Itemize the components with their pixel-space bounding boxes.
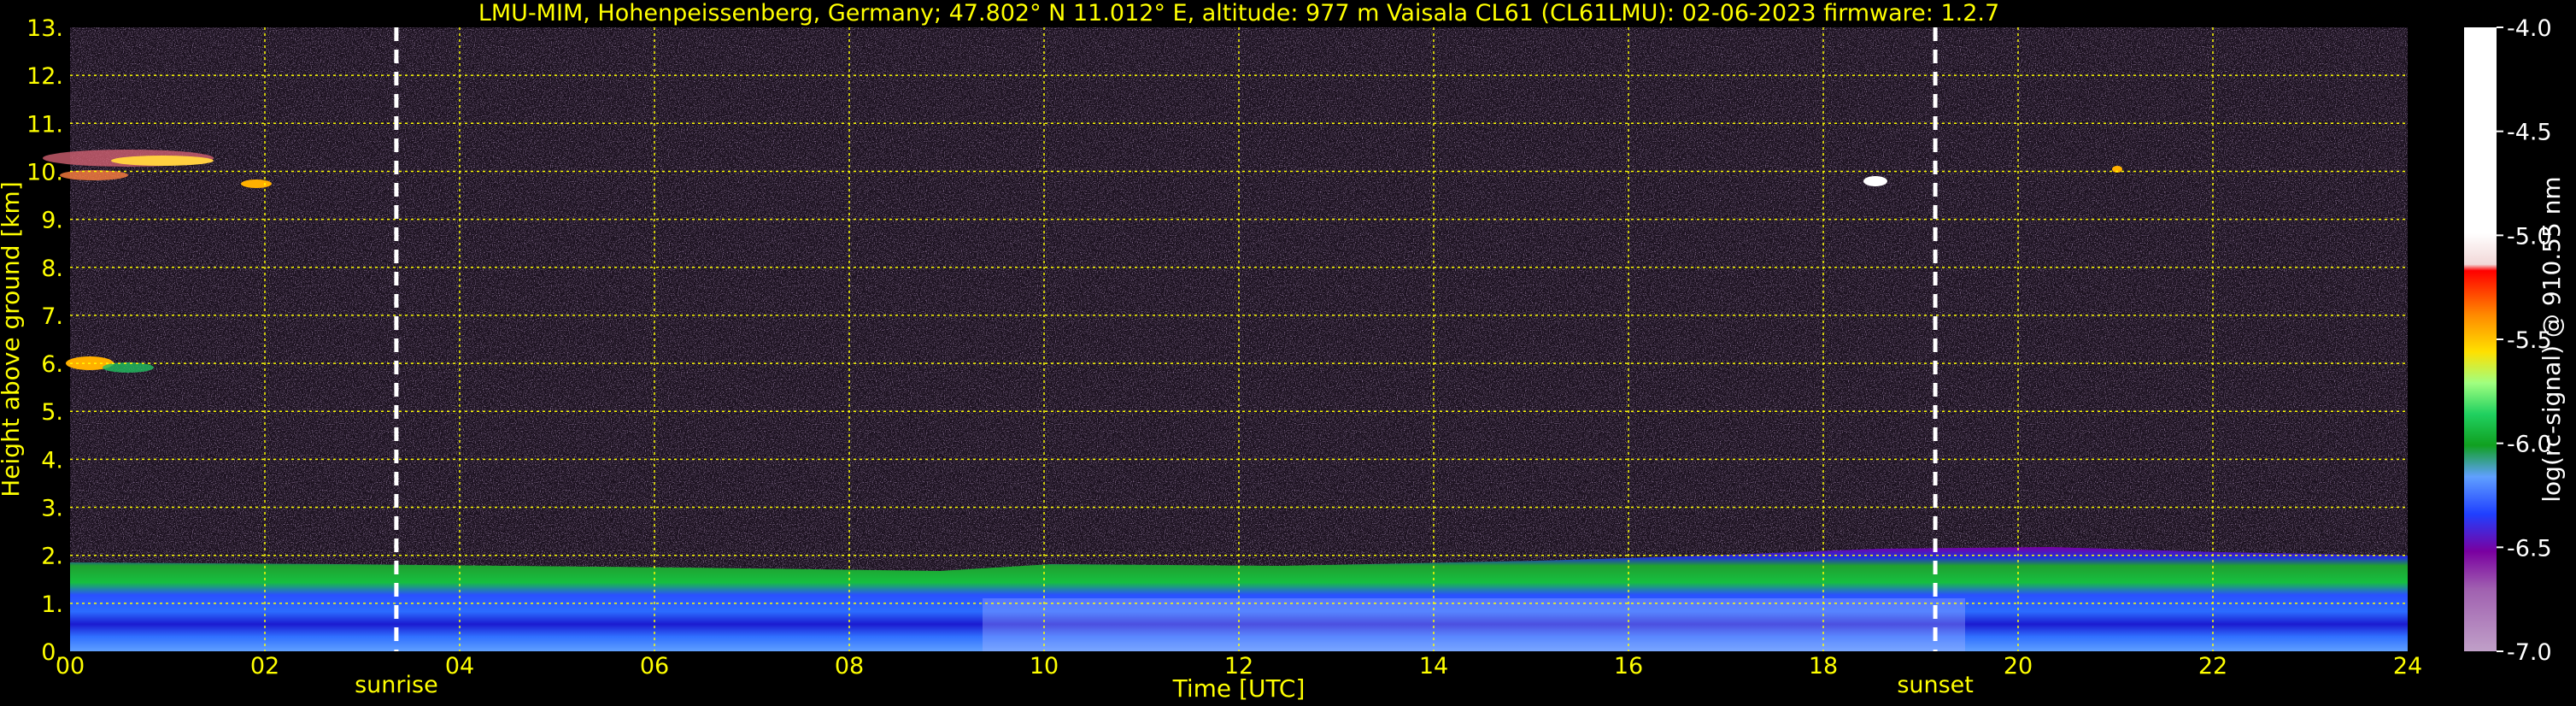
x-tick-label: 24 [2393, 653, 2422, 680]
y-tick-label: 9. [41, 208, 63, 234]
y-tick-label: 3. [41, 496, 63, 522]
y-tick-label: 1. [41, 591, 63, 618]
x-tick-label: 14 [1419, 653, 1448, 680]
y-axis-ticks: 0.1.2.3.4.5.6.7.8.9.10.11.12.13. [26, 15, 63, 666]
y-tick-label: 13. [26, 15, 63, 42]
x-tick-label: 10 [1030, 653, 1059, 680]
sun-marker-label: sunrise [355, 672, 438, 698]
chart-title: LMU-MIM, Hohenpeissenberg, Germany; 47.8… [478, 0, 1999, 26]
y-tick-label: 4. [41, 447, 63, 474]
x-tick-label: 20 [2004, 653, 2033, 680]
y-tick-label: 7. [41, 303, 63, 330]
x-tick-label: 04 [445, 653, 474, 680]
x-axis-label: Time [UTC] [1172, 674, 1306, 703]
afternoon-haze [983, 598, 1965, 651]
x-tick-label: 02 [250, 653, 279, 680]
colorbar-tick-label: -6.5 [2507, 535, 2552, 562]
y-tick-label: 6. [41, 351, 63, 378]
y-tick-label: 5. [41, 399, 63, 426]
colorbar-tick-label: -4.5 [2507, 120, 2552, 146]
x-tick-label: 22 [2198, 653, 2227, 680]
colorbar-tick-label: -7.0 [2507, 639, 2552, 666]
y-axis-label: Height above ground [km] [0, 181, 25, 497]
x-tick-label: 18 [1809, 653, 1838, 680]
y-tick-label: 8. [41, 256, 63, 282]
colorbar-tick-label: -4.0 [2507, 15, 2552, 42]
colorbar-label: log(rc-signal) @ 910.55 nm [2538, 176, 2566, 502]
colorbar [2464, 27, 2497, 651]
x-tick-label: 00 [56, 653, 85, 680]
x-tick-label: 06 [640, 653, 669, 680]
y-tick-label: 10. [26, 159, 63, 185]
y-tick-label: 11. [26, 111, 63, 138]
ceilometer-chart: 0.1.2.3.4.5.6.7.8.9.10.11.12.13. 00 02 04 0… [0, 0, 2566, 703]
y-tick-label: 12. [26, 63, 63, 90]
y-tick-label: 2. [41, 544, 63, 570]
x-tick-label: 16 [1614, 653, 1643, 680]
sun-marker-label: sunset [1897, 672, 1974, 698]
x-tick-label: 08 [835, 653, 864, 680]
